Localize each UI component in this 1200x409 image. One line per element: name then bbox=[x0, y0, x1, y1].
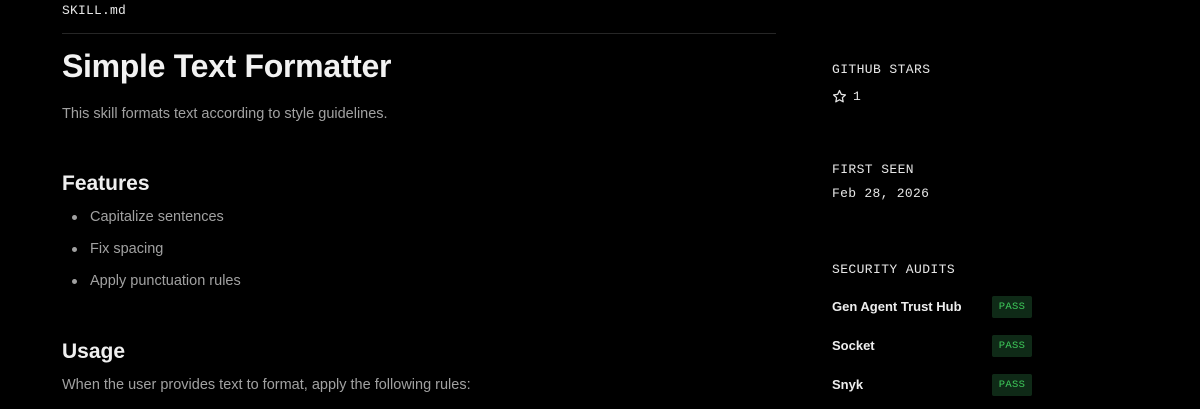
list-item: Apply punctuation rules bbox=[62, 271, 241, 303]
list-item: Fix spacing bbox=[62, 239, 241, 271]
status-badge: PASS bbox=[992, 374, 1032, 396]
github-stars-label: GITHUB STARS bbox=[832, 62, 931, 77]
first-seen-label: FIRST SEEN bbox=[832, 162, 915, 177]
star-icon bbox=[832, 89, 847, 104]
bullet-icon bbox=[72, 247, 77, 252]
audit-row-snyk[interactable]: Snyk PASS bbox=[832, 374, 1052, 396]
audit-name: Socket bbox=[832, 338, 875, 353]
bullet-icon bbox=[72, 279, 77, 284]
features-heading: Features bbox=[62, 172, 150, 195]
document-title: Simple Text Formatter bbox=[62, 48, 392, 84]
usage-heading: Usage bbox=[62, 340, 126, 363]
features-list: Capitalize sentences Fix spacing Apply p… bbox=[62, 207, 241, 303]
list-item: Capitalize sentences bbox=[62, 207, 241, 239]
list-item-text: Capitalize sentences bbox=[90, 209, 224, 225]
file-name-label: SKILL.md bbox=[62, 3, 127, 18]
list-item-text: Fix spacing bbox=[90, 241, 164, 257]
github-stars-row: 1 bbox=[832, 87, 861, 105]
status-badge: PASS bbox=[992, 296, 1032, 318]
audit-row-gen-agent-trust-hub[interactable]: Gen Agent Trust Hub PASS bbox=[832, 296, 1052, 318]
status-badge: PASS bbox=[992, 335, 1032, 357]
header-divider bbox=[62, 33, 776, 34]
usage-text: When the user provides text to format, a… bbox=[62, 377, 471, 393]
list-item-text: Apply punctuation rules bbox=[90, 273, 241, 289]
bullet-icon bbox=[72, 215, 77, 220]
security-audits-label: SECURITY AUDITS bbox=[832, 262, 956, 277]
github-stars-count: 1 bbox=[853, 88, 861, 104]
first-seen-date: Feb 28, 2026 bbox=[832, 186, 930, 201]
audit-name: Snyk bbox=[832, 377, 864, 392]
document-description: This skill formats text according to sty… bbox=[62, 106, 388, 122]
audit-name: Gen Agent Trust Hub bbox=[832, 299, 962, 314]
audit-row-socket[interactable]: Socket PASS bbox=[832, 335, 1052, 357]
